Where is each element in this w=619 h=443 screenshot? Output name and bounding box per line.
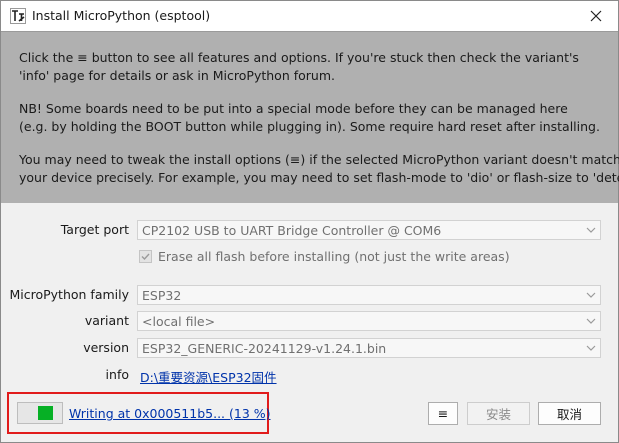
instruction-line: (e.g. by holding the BOOT button while p… [19,119,600,134]
info-label: info [105,367,129,382]
options-menu-button[interactable]: ≡ [428,402,458,425]
install-dialog: Install MicroPython (esptool) Click the … [0,0,619,443]
progress-highlight: Writing at 0x000511b5... (13 %) [7,392,271,434]
instruction-line: 'info' page for details or ask in MicroP… [19,68,335,83]
title-bar: Install MicroPython (esptool) [1,1,618,31]
close-button[interactable] [574,1,618,31]
chevron-down-icon [586,292,596,298]
check-icon [141,253,150,261]
variant-value: <local file> [142,314,216,329]
instruction-line: Click the ≡ button to see all features a… [19,50,579,65]
target-port-select[interactable]: CP2102 USB to UART Bridge Controller @ C… [137,220,601,240]
progress-status-link[interactable]: Writing at 0x000511b5... (13 %) [69,406,271,421]
family-select[interactable]: ESP32 [137,285,601,305]
progress-bar [17,402,63,424]
variant-select[interactable]: <local file> [137,311,601,331]
version-label: version [83,340,129,355]
progress-fill [38,406,53,420]
instruction-line: NB! Some boards need to be put into a sp… [19,101,568,116]
window-title: Install MicroPython (esptool) [32,8,211,23]
family-value: ESP32 [142,288,182,303]
info-link[interactable]: D:\重要资源\ESP32固件 [140,367,277,386]
family-label: MicroPython family [9,287,129,302]
version-select[interactable]: ESP32_GENERIC-20241129-v1.24.1.bin [137,338,601,358]
instruction-line: your device precisely. For example, you … [19,170,619,185]
chevron-down-icon [586,318,596,324]
cancel-button[interactable]: 取消 [538,402,601,425]
version-value: ESP32_GENERIC-20241129-v1.24.1.bin [142,341,387,356]
target-port-value: CP2102 USB to UART Bridge Controller @ C… [142,223,442,238]
thonny-icon [10,8,26,24]
erase-flash-label: Erase all flash before installing (not j… [158,249,510,264]
chevron-down-icon [586,227,596,233]
erase-flash-checkbox[interactable] [139,250,152,263]
install-button[interactable]: 安装 [467,402,530,425]
chevron-down-icon [586,345,596,351]
instructions-panel: Click the ≡ button to see all features a… [1,31,619,203]
close-icon [590,10,602,22]
instruction-line: You may need to tweak the install option… [19,152,619,167]
variant-label: variant [84,313,129,328]
target-port-label: Target port [60,222,129,237]
